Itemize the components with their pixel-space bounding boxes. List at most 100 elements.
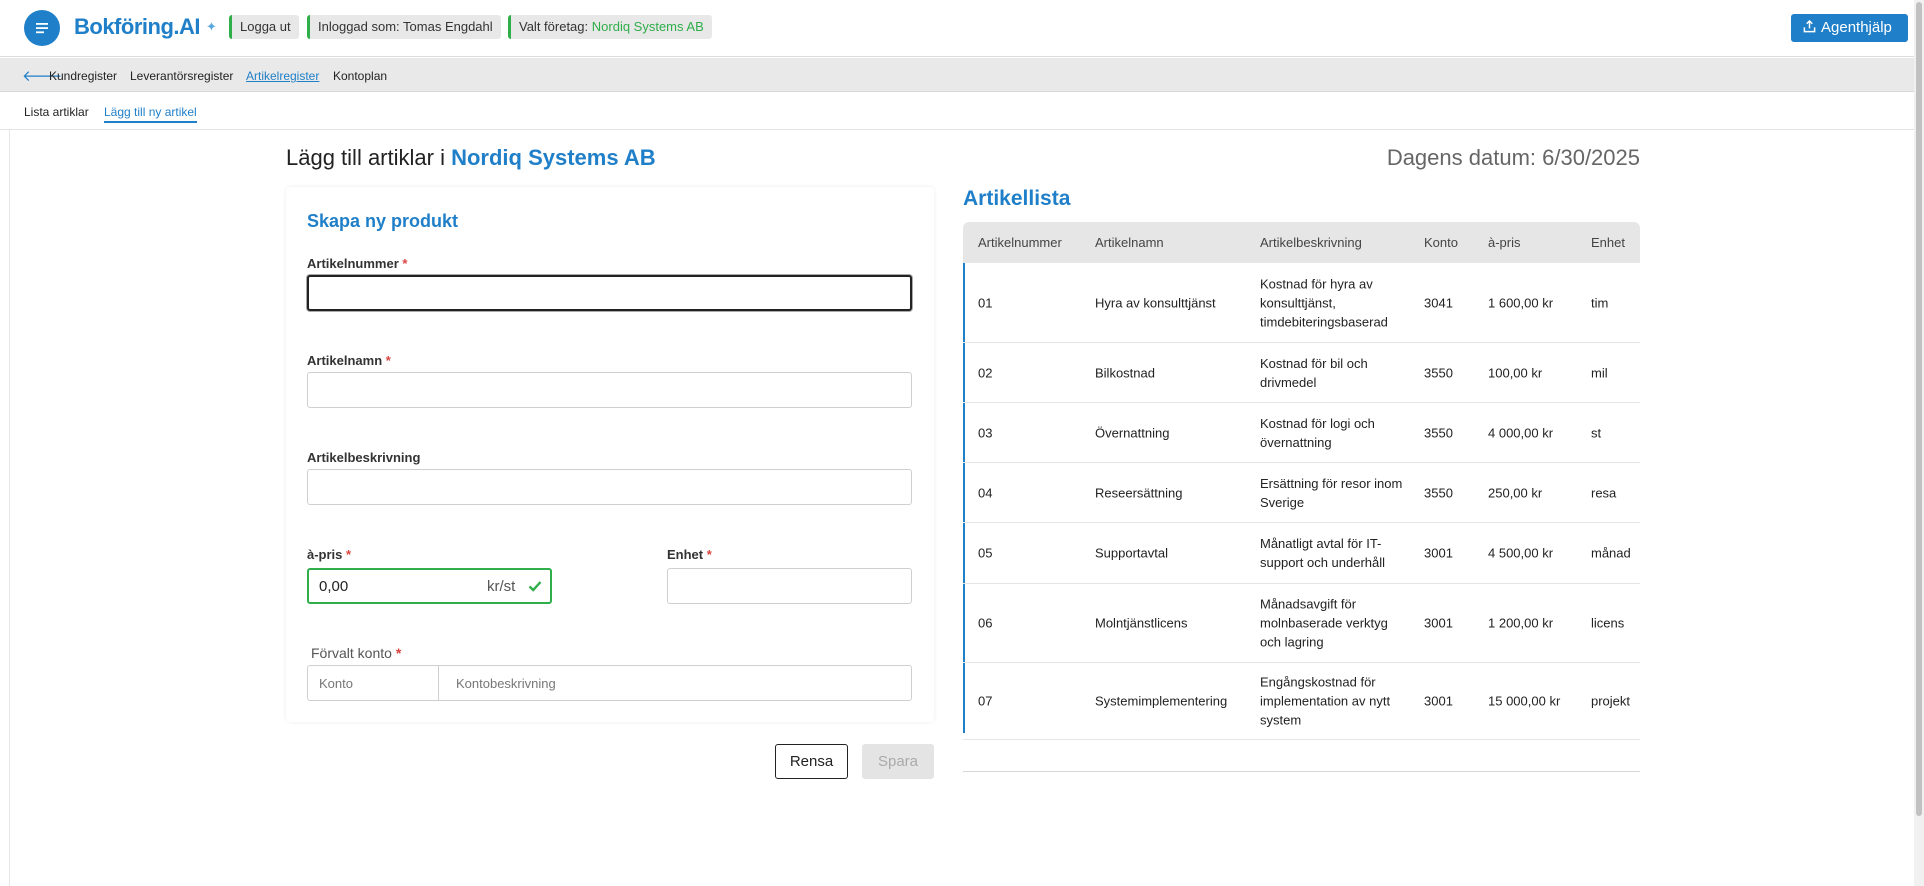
- price-unit: kr/st: [487, 578, 516, 595]
- price-label-text: à-pris: [307, 547, 343, 562]
- selected-company-label: Valt företag:: [519, 19, 589, 34]
- agent-help-label: Agenthjälp: [1821, 19, 1892, 36]
- logged-in-user: Inloggad som: Tomas Engdahl: [307, 15, 501, 39]
- cell-unit: resa: [1591, 485, 1617, 500]
- check-icon: [528, 581, 542, 592]
- cell-article-description: Kostnad för logi och övernattning: [1260, 415, 1375, 450]
- table-row[interactable]: 03 Övernattning Kostnad för logi och övern…: [963, 403, 1640, 463]
- cell-article-description: Månadsavgift för molnbaserade verktyg oc…: [1260, 596, 1388, 650]
- upload-icon: [1803, 19, 1816, 33]
- table-row[interactable]: 05 Supportavtal Månatligt avtal för IT-sup…: [963, 523, 1640, 584]
- nav-artikelregister[interactable]: Artikelregister: [246, 69, 319, 83]
- cell-unit: månad: [1591, 545, 1631, 561]
- article-number-label: Artikelnummer *: [307, 256, 407, 271]
- cell-article-number: 05: [978, 545, 993, 561]
- article-list-title: Artikellista: [963, 187, 1071, 210]
- column-header[interactable]: Enhet: [1591, 235, 1625, 250]
- selected-company: Valt företag: Nordiq Systems AB: [508, 15, 712, 39]
- register-nav: 🡐 Kundregister Leverantörsregister Artik…: [0, 58, 1914, 92]
- horizontal-scrollbar[interactable]: ◀ ▶: [963, 740, 1640, 744]
- menu-icon: [36, 23, 48, 34]
- scroll-right-icon[interactable]: ▶: [1628, 742, 1635, 744]
- column-header[interactable]: Artikelbeskrivning: [1260, 235, 1362, 250]
- cell-article-number: 06: [978, 615, 993, 631]
- cell-price: 1 600,00 kr: [1488, 295, 1554, 310]
- todays-date: Dagens datum: 6/30/2025: [1386, 145, 1640, 170]
- divider: [963, 771, 1640, 772]
- table-row[interactable]: 01 Hyra av konsulttjänst Kostnad för hyra …: [963, 263, 1640, 343]
- cell-article-name: Reseersättning: [1095, 485, 1183, 500]
- article-number-label-text: Artikelnummer: [307, 256, 399, 271]
- cell-unit: st: [1591, 425, 1602, 440]
- cell-account: 3550: [1424, 365, 1453, 380]
- column-header[interactable]: Artikelnummer: [978, 235, 1062, 250]
- cell-article-description: Engångskostnad för implementation av nyt…: [1260, 674, 1391, 728]
- divider: [438, 666, 439, 700]
- article-table: Artikelnummer Artikelnamn Artikelbeskriv…: [963, 222, 1640, 744]
- logout-button[interactable]: Logga ut: [229, 15, 299, 39]
- cell-unit: licens: [1591, 615, 1625, 631]
- nav-kundregister[interactable]: Kundregister: [49, 69, 117, 83]
- cell-account: 3001: [1424, 545, 1453, 561]
- cell-article-name: Molntjänstlicens: [1095, 615, 1188, 631]
- cell-price: 4 000,00 kr: [1488, 425, 1554, 440]
- nav-leverantorsregister[interactable]: Leverantörsregister: [130, 69, 233, 83]
- cell-price: 250,00 kr: [1488, 485, 1543, 500]
- cell-article-number: 04: [978, 485, 993, 500]
- nav-kontoplan[interactable]: Kontoplan: [333, 69, 387, 83]
- account-description-input[interactable]: Kontobeskrivning: [456, 676, 556, 691]
- required-mark: *: [385, 353, 391, 368]
- divider: [9, 130, 10, 886]
- article-name-label-text: Artikelnamn: [307, 353, 383, 368]
- selected-company-name: Nordiq Systems AB: [591, 19, 704, 34]
- cell-price: 100,00 kr: [1488, 365, 1543, 380]
- required-mark: *: [402, 256, 408, 271]
- description-label: Artikelbeskrivning: [307, 450, 421, 465]
- page-title: Lägg till artiklar i Nordiq Systems AB: [286, 145, 656, 171]
- required-mark: *: [395, 645, 402, 661]
- price-label: à-pris *: [307, 547, 351, 562]
- top-bar: Bokföring.AI ✦ Logga ut Inloggad som: To…: [0, 0, 1914, 57]
- page-scrollbar[interactable]: [1914, 0, 1924, 886]
- cell-article-description: Ersättning för resor inom Sverige: [1260, 475, 1403, 510]
- article-name-input[interactable]: [307, 372, 912, 408]
- unit-input[interactable]: [667, 568, 912, 604]
- cell-unit: mil: [1591, 365, 1608, 380]
- agent-help-button[interactable]: Agenthjälp: [1791, 14, 1908, 42]
- create-product-card: Skapa ny produkt Artikelnummer * Artikel…: [286, 187, 934, 722]
- cell-account: 3001: [1424, 615, 1453, 631]
- tab-list-articles[interactable]: Lista artiklar: [24, 105, 89, 119]
- required-mark: *: [706, 547, 712, 562]
- column-header[interactable]: Artikelnamn: [1095, 235, 1164, 250]
- description-input[interactable]: [307, 469, 912, 505]
- cell-article-number: 07: [978, 693, 993, 709]
- account-label: Förvalt konto *: [311, 645, 401, 661]
- cell-price: 15 000,00 kr: [1488, 693, 1561, 709]
- column-header[interactable]: Konto: [1424, 235, 1458, 250]
- cell-price: 4 500,00 kr: [1488, 545, 1554, 561]
- account-input[interactable]: Konto: [319, 676, 353, 691]
- unit-label: Enhet *: [667, 547, 712, 562]
- cell-article-number: 02: [978, 365, 993, 380]
- column-header[interactable]: à-pris: [1488, 235, 1521, 250]
- scroll-left-icon[interactable]: ◀: [967, 742, 974, 744]
- clear-button[interactable]: Rensa: [775, 744, 848, 779]
- table-row[interactable]: 06 Molntjänstlicens Månadsavgift för molnb…: [963, 584, 1640, 663]
- price-input[interactable]: 0,00 kr/st: [307, 568, 552, 604]
- table-row[interactable]: 02 Bilkostnad Kostnad för bil och drivmede…: [963, 343, 1640, 403]
- cell-article-name: Systemimplementering: [1095, 693, 1228, 709]
- table-row[interactable]: 07 Systemimplementering Engångskostnad för…: [963, 663, 1640, 740]
- cell-article-number: 03: [978, 425, 993, 440]
- cell-account: 3550: [1424, 425, 1453, 440]
- article-number-input[interactable]: [307, 275, 912, 311]
- page-title-company: Nordiq Systems AB: [451, 145, 656, 170]
- cell-article-name: Hyra av konsulttjänst: [1095, 295, 1216, 310]
- article-tabs: Lista artiklar Lägg till ny artikel: [0, 93, 1914, 130]
- cell-price: 1 200,00 kr: [1488, 615, 1554, 631]
- menu-button[interactable]: [24, 10, 60, 46]
- table-row[interactable]: 04 Reseersättning Ersättning för resor ino…: [963, 463, 1640, 523]
- tab-add-article[interactable]: Lägg till ny artikel: [104, 105, 197, 123]
- table-header: Artikelnummer Artikelnamn Artikelbeskriv…: [963, 222, 1640, 263]
- page-scrollbar-thumb[interactable]: [1916, 2, 1922, 816]
- cell-unit: tim: [1591, 295, 1609, 310]
